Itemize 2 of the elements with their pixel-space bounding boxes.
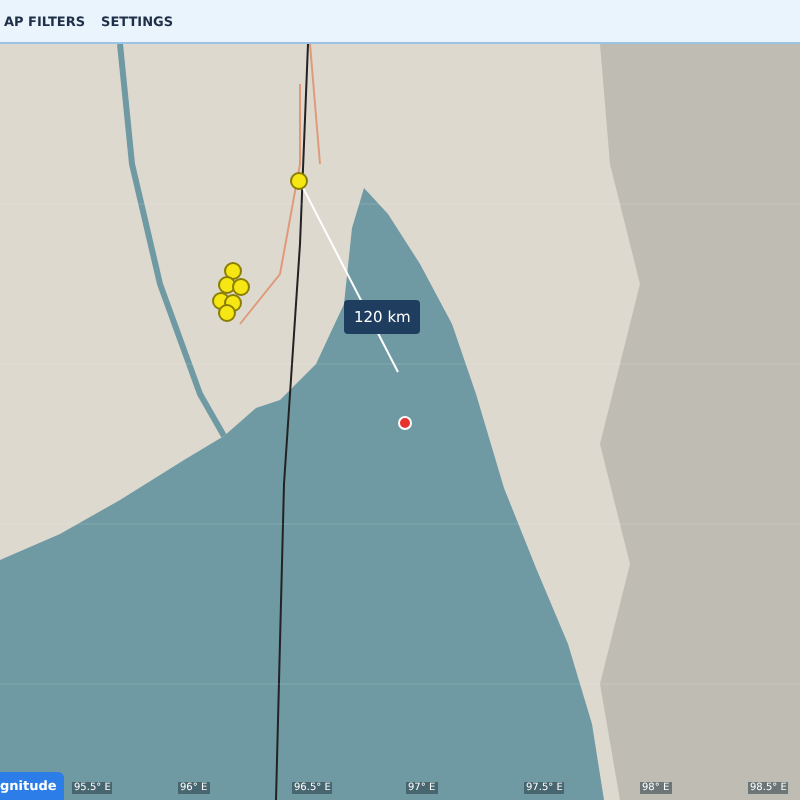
map-marker[interactable] xyxy=(224,262,242,280)
map-marker[interactable] xyxy=(232,278,250,296)
